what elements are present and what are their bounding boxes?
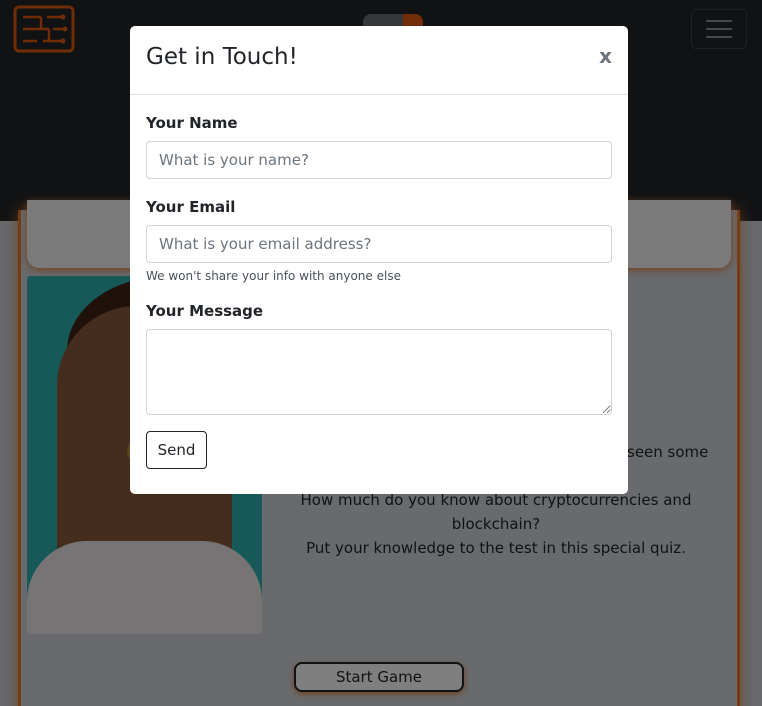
contact-form: Your Name Your Email We won't share your…: [130, 114, 628, 469]
modal-title: Get in Touch!: [146, 44, 298, 70]
email-help-text: We won't share your info with anyone els…: [146, 269, 401, 283]
email-label: Your Email: [146, 198, 236, 216]
close-icon[interactable]: x: [599, 44, 612, 68]
contact-modal: Get in Touch! x Your Name Your Email We …: [130, 26, 628, 494]
modal-header: Get in Touch! x: [130, 26, 628, 95]
send-button[interactable]: Send: [146, 431, 207, 469]
message-textarea[interactable]: [146, 329, 612, 415]
email-input[interactable]: [146, 225, 612, 263]
name-label: Your Name: [146, 114, 238, 132]
message-label: Your Message: [146, 302, 264, 320]
name-input[interactable]: [146, 141, 612, 179]
